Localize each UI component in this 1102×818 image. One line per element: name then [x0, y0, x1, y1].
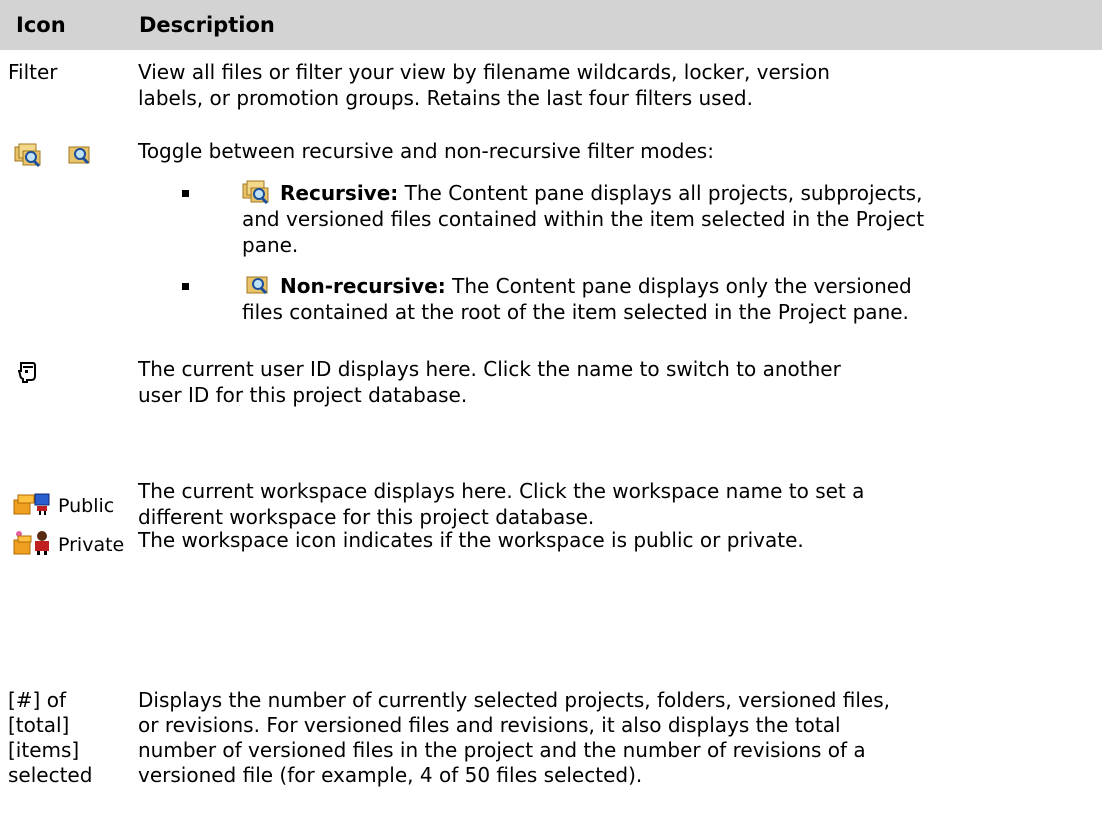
recursive-folder-search-icon [14, 143, 41, 167]
recursive-line-3: pane. [242, 233, 299, 257]
public-workspace-icon [13, 493, 50, 515]
user-desc-line-2: user ID for this project database. [138, 383, 468, 407]
selected-desc-line-3: number of versioned files in the project… [138, 738, 866, 762]
private-label: Private [58, 534, 125, 556]
selected-label-line-3: [items] [8, 738, 80, 762]
header-description-column: Description [139, 13, 275, 37]
selected-label-line-1: [#] of [8, 688, 66, 712]
recursive-folder-search-icon [242, 180, 269, 204]
nonrecursive-folder-search-icon [246, 276, 268, 295]
selected-desc-line-4: versioned file (for example, 4 of 50 fil… [138, 763, 643, 787]
recursive-line-2: and versioned files contained within the… [242, 207, 925, 231]
user-desc-line-1: The current user ID displays here. Click… [138, 357, 841, 381]
toggle-intro: Toggle between recursive and non-recursi… [138, 139, 714, 163]
nonrecursive-line-2: files contained at the root of the item … [242, 300, 909, 324]
bullet-nonrecursive [182, 283, 189, 290]
selected-label-line-2: [total] [8, 713, 70, 737]
nonrecursive-line-1: Non-recursive: The Content pane displays… [280, 273, 912, 299]
recursive-line-1: Recursive: The Content pane displays all… [280, 180, 922, 206]
workspace-desc-line-3: The workspace icon indicates if the work… [138, 528, 804, 552]
filter-label: Filter [8, 60, 58, 84]
private-workspace-icon [13, 531, 49, 555]
nonrecursive-line-1-text: The Content pane displays only the versi… [445, 274, 912, 298]
recursive-label: Recursive: [280, 181, 399, 205]
recursive-line-1-text: The Content pane displays all projects, … [398, 181, 923, 205]
public-label: Public [58, 495, 115, 517]
bullet-recursive [182, 190, 189, 197]
nonrecursive-folder-search-icon [68, 146, 90, 165]
user-head-icon [18, 362, 36, 383]
selected-desc-line-2: or revisions. For versioned files and re… [138, 713, 841, 737]
filter-desc-line-2: labels, or promotion groups. Retains the… [138, 86, 753, 110]
workspace-desc-line-1: The current workspace displays here. Cli… [138, 479, 865, 503]
selected-label-line-4: selected [8, 763, 93, 787]
filter-desc-line-1: View all files or filter your view by fi… [138, 60, 830, 84]
nonrecursive-label: Non-recursive: [280, 274, 446, 298]
table-header: Icon Description [0, 0, 1102, 50]
header-icon-column: Icon [16, 13, 66, 37]
selected-desc-line-1: Displays the number of currently selecte… [138, 688, 890, 712]
